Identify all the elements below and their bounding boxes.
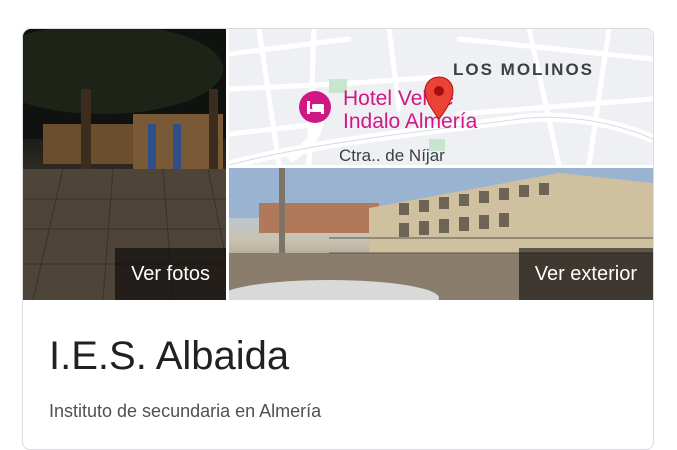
place-category: Instituto de secundaria en Almería — [49, 401, 322, 421]
knowledge-panel-card: Ver fotos LOS MOLINOS Hotel Velice Indal… — [22, 28, 654, 450]
hotel-icon — [299, 91, 331, 123]
poi-name-line2[interactable]: Indalo Almería — [343, 110, 477, 133]
place-title: I.E.S. Albaida — [49, 334, 290, 378]
view-photos-button[interactable]: Ver fotos — [115, 248, 226, 300]
place-photo[interactable]: Ver fotos — [23, 29, 226, 300]
location-map[interactable]: LOS MOLINOS Hotel Velice Indalo Almería … — [229, 29, 653, 165]
exterior-photo[interactable]: Ver exterior — [229, 168, 653, 300]
location-pin-icon[interactable] — [423, 75, 455, 123]
view-exterior-button[interactable]: Ver exterior — [518, 248, 653, 300]
map-area-label: LOS MOLINOS — [453, 60, 594, 79]
road-label: Ctra.. de Níjar — [339, 146, 445, 165]
